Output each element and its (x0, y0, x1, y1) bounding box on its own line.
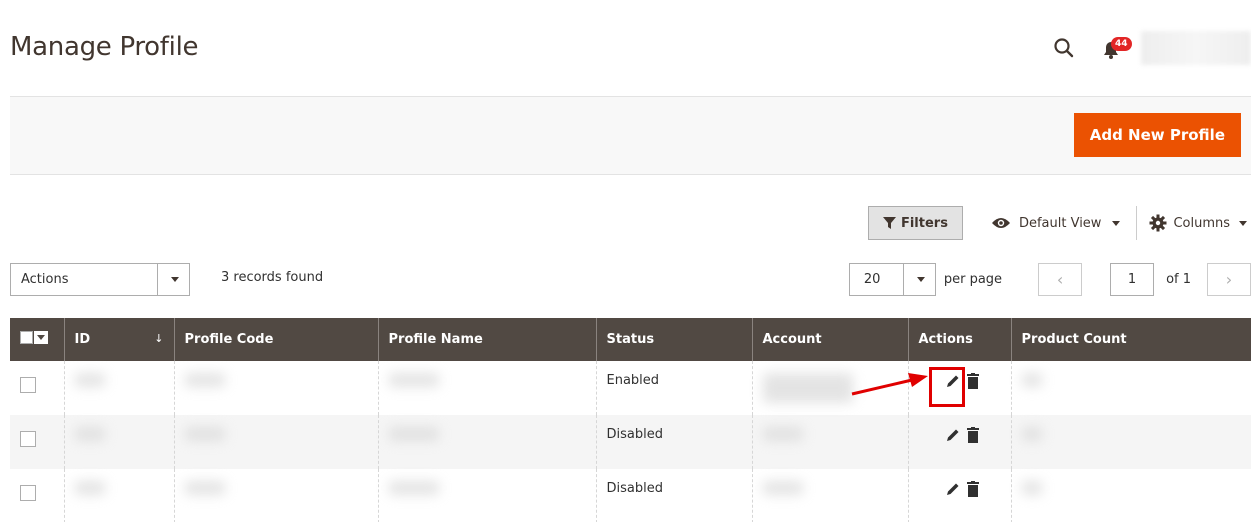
table-row: Disabled (10, 415, 1251, 469)
total-pages: of 1 (1166, 272, 1191, 287)
row-checkbox[interactable] (20, 377, 36, 393)
mass-actions-select[interactable]: Actions (10, 263, 190, 296)
column-header-profile-name[interactable]: Profile Name (377, 318, 596, 361)
row-status: Disabled (595, 415, 752, 469)
user-account-menu[interactable] (1141, 31, 1251, 65)
chevron-left-icon: ‹ (1056, 270, 1064, 289)
delete-trash-icon[interactable] (966, 373, 979, 389)
global-header-actions: 44 (1047, 28, 1251, 68)
edit-pencil-icon[interactable] (945, 427, 961, 443)
blurred-profile-name (388, 373, 439, 387)
row-checkbox[interactable] (20, 431, 36, 447)
current-page-input[interactable]: 1 (1110, 263, 1155, 296)
blurred-account (762, 427, 803, 441)
add-new-profile-button[interactable]: Add New Profile (1073, 113, 1241, 157)
filters-label: Filters (900, 215, 948, 231)
toolbar-divider (1136, 206, 1138, 240)
table-row: Disabled (10, 469, 1251, 522)
per-page-select[interactable]: 20 (848, 263, 936, 296)
chevron-down-icon (157, 264, 189, 295)
row-checkbox[interactable] (20, 485, 36, 501)
blurred-account (762, 481, 803, 495)
grid-toolbar-controls: Filters Default View Columns (867, 206, 1251, 240)
column-header-actions: Actions (907, 318, 1011, 361)
sort-arrow-icon: ↓ (154, 332, 164, 345)
records-found-count: 3 records found (221, 270, 324, 285)
profiles-grid: ID ↓ Profile Code Profile Name Status Ac… (10, 318, 1251, 522)
notifications-count-badge: 44 (1111, 37, 1132, 51)
chevron-down-icon (1239, 220, 1247, 226)
blurred-profile-name (388, 427, 439, 441)
blurred-id (74, 427, 105, 441)
table-row: Enabled (10, 361, 1251, 415)
default-view-dropdown[interactable]: Default View (991, 215, 1121, 231)
blurred-product-count (1021, 373, 1042, 387)
blurred-profile-code (184, 373, 225, 387)
column-header-status[interactable]: Status (595, 318, 752, 361)
delete-trash-icon[interactable] (966, 427, 979, 443)
filters-button[interactable]: Filters (867, 206, 963, 240)
gear-icon (1149, 214, 1167, 232)
page-title: Manage Profile (10, 32, 199, 62)
columns-dropdown[interactable]: Columns (1149, 214, 1247, 232)
per-page-label: per page (943, 272, 1003, 287)
blurred-product-count (1021, 481, 1042, 495)
default-view-label: Default View (1018, 215, 1102, 231)
eye-icon (991, 218, 1010, 228)
per-page-value: 20 (863, 272, 881, 287)
column-header-profile-code[interactable]: Profile Code (173, 318, 378, 361)
blurred-product-count (1021, 427, 1042, 441)
pagination: 20 per page ‹ 1 of 1 › (848, 263, 1251, 296)
grid-header-row: ID ↓ Profile Code Profile Name Status Ac… (10, 318, 1251, 361)
mass-select-checkbox[interactable] (20, 331, 48, 344)
previous-page-button[interactable]: ‹ (1038, 263, 1083, 296)
row-status: Enabled (595, 361, 752, 415)
column-header-product-count[interactable]: Product Count (1010, 318, 1251, 361)
columns-label: Columns (1173, 215, 1230, 231)
column-header-id[interactable]: ID ↓ (63, 318, 174, 361)
page-actions-bar: Add New Profile (10, 96, 1251, 175)
blurred-profile-code (184, 427, 225, 441)
edit-pencil-icon[interactable] (945, 481, 961, 497)
annotation-arrow-icon (851, 373, 928, 396)
filter-icon (882, 216, 896, 229)
annotation-highlight-box (929, 367, 965, 407)
chevron-down-icon (1112, 220, 1121, 226)
chevron-down-icon (902, 264, 935, 295)
blurred-profile-code (184, 481, 225, 495)
row-status: Disabled (595, 469, 752, 522)
column-header-account[interactable]: Account (751, 318, 908, 361)
mass-select-column[interactable] (10, 318, 64, 361)
next-page-button[interactable]: › (1207, 263, 1251, 296)
blurred-id (74, 373, 105, 387)
blurred-account (762, 373, 853, 403)
chevron-right-icon: › (1225, 270, 1233, 289)
mass-actions-label: Actions (21, 272, 69, 287)
blurred-id (74, 481, 105, 495)
notifications-button[interactable]: 44 (1097, 31, 1133, 65)
delete-trash-icon[interactable] (966, 481, 979, 497)
search-icon[interactable] (1047, 31, 1081, 65)
blurred-profile-name (388, 481, 439, 495)
